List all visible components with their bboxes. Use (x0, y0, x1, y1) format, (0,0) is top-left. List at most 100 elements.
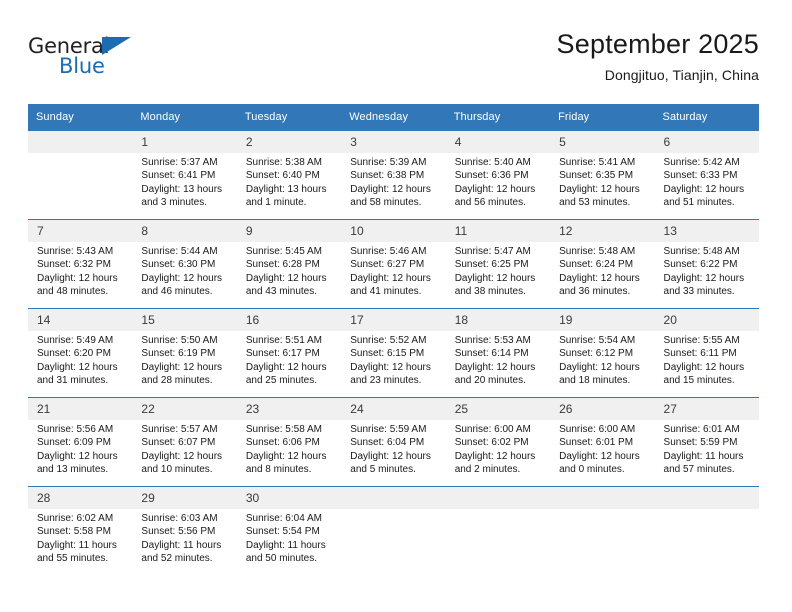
daylight-duration-line2: and 55 minutes. (37, 553, 109, 565)
calendar-day-cell[interactable]: 25 Sunrise: 6:00 AM Sunset: 6:02 PM Dayligh… (445, 397, 551, 487)
calendar-day-cell[interactable]: 14 Sunrise: 5:49 AM Sunset: 6:20 PM Dayligh… (28, 308, 133, 398)
calendar-day-cell[interactable]: 21 Sunrise: 5:56 AM Sunset: 6:09 PM Dayligh… (28, 397, 133, 487)
calendar-empty-cell (341, 486, 446, 575)
day-number: 13 (654, 220, 759, 242)
sunrise-time: Sunrise: 6:03 AM (141, 513, 218, 524)
daylight-duration-line1: Daylight: 11 hours (141, 539, 222, 551)
day-number: 4 (445, 131, 551, 153)
day-number: 10 (341, 220, 446, 242)
day-number: 28 (28, 487, 133, 509)
calendar-day-cell[interactable]: 13 Sunrise: 5:48 AM Sunset: 6:22 PM Dayligh… (654, 219, 759, 309)
day-number: 2 (236, 131, 342, 153)
daylight-duration-line1: Daylight: 12 hours (454, 450, 536, 462)
calendar-day-cell[interactable]: 22 Sunrise: 5:57 AM Sunset: 6:07 PM Dayligh… (132, 397, 237, 487)
calendar-day-cell[interactable]: 18 Sunrise: 5:53 AM Sunset: 6:14 PM Dayligh… (445, 308, 551, 398)
day-details: Sunrise: 6:00 AM Sunset: 6:02 PM Daylight:… (446, 420, 550, 477)
daylight-duration-line2: and 3 minutes. (141, 197, 208, 209)
day-details: Sunrise: 5:55 AM Sunset: 6:11 PM Daylight:… (655, 331, 759, 388)
calendar-day-cell[interactable]: 19 Sunrise: 5:54 AM Sunset: 6:12 PM Dayligh… (550, 308, 655, 398)
sunset-time: Sunset: 6:11 PM (663, 348, 737, 360)
daylight-duration-line1: Daylight: 12 hours (37, 361, 118, 373)
sunset-time: Sunset: 6:15 PM (350, 348, 425, 360)
calendar-day-cell[interactable]: 26 Sunrise: 6:00 AM Sunset: 6:01 PM Dayligh… (550, 397, 655, 487)
calendar-day-cell[interactable]: 17 Sunrise: 5:52 AM Sunset: 6:15 PM Dayligh… (341, 308, 446, 398)
daylight-duration-line1: Daylight: 12 hours (454, 183, 536, 195)
day-details: Sunrise: 6:00 AM Sunset: 6:01 PM Daylight:… (550, 420, 654, 477)
calendar-day-cell[interactable]: 8 Sunrise: 5:44 AM Sunset: 6:30 PM Daylight… (132, 219, 237, 309)
calendar-day-cell[interactable]: 3 Sunrise: 5:39 AM Sunset: 6:38 PM Daylight… (341, 130, 446, 220)
title-block: September 2025 Dongjituo, Tianjin, China (557, 28, 759, 85)
day-number (550, 487, 655, 509)
day-number: 20 (654, 309, 759, 331)
calendar-day-cell[interactable]: 6 Sunrise: 5:42 AM Sunset: 6:33 PM Daylight… (654, 130, 759, 220)
daylight-duration-line2: and 57 minutes. (663, 464, 735, 476)
sunset-time: Sunset: 6:40 PM (245, 170, 320, 182)
day-details: Sunrise: 5:59 AM Sunset: 6:04 PM Daylight:… (341, 420, 445, 477)
daylight-duration-line2: and 58 minutes. (350, 197, 422, 209)
calendar-day-cell[interactable]: 24 Sunrise: 5:59 AM Sunset: 6:04 PM Dayligh… (341, 397, 446, 487)
calendar-day-cell[interactable]: 20 Sunrise: 5:55 AM Sunset: 6:11 PM Dayligh… (654, 308, 759, 398)
daylight-duration-line1: Daylight: 12 hours (559, 361, 640, 373)
day-number (341, 487, 446, 509)
daylight-duration-line2: and 52 minutes. (141, 553, 213, 565)
calendar-day-cell[interactable]: 16 Sunrise: 5:51 AM Sunset: 6:17 PM Dayligh… (236, 308, 342, 398)
daylight-duration-line1: Daylight: 12 hours (350, 183, 431, 195)
calendar-day-cell[interactable]: 29 Sunrise: 6:03 AM Sunset: 5:56 PM Dayligh… (132, 486, 237, 575)
day-number (445, 487, 551, 509)
daylight-duration-line2: and 46 minutes. (141, 286, 213, 298)
calendar-day-cell[interactable]: 5 Sunrise: 5:41 AM Sunset: 6:35 PM Daylight… (550, 130, 655, 220)
sunrise-time: Sunrise: 6:02 AM (37, 513, 114, 524)
daylight-duration-line2: and 53 minutes. (559, 197, 631, 209)
calendar-body: 1 Sunrise: 5:37 AM Sunset: 6:41 PM Daylight… (28, 130, 759, 575)
daylight-duration-line2: and 25 minutes. (245, 375, 318, 387)
calendar-day-cell[interactable]: 23 Sunrise: 5:58 AM Sunset: 6:06 PM Dayligh… (236, 397, 342, 487)
day-number: 23 (236, 398, 342, 420)
day-number: 8 (132, 220, 237, 242)
calendar-day-cell[interactable]: 15 Sunrise: 5:50 AM Sunset: 6:19 PM Dayligh… (132, 308, 237, 398)
sunset-time: Sunset: 6:28 PM (245, 259, 320, 271)
day-details: Sunrise: 5:38 AM Sunset: 6:40 PM Daylight:… (237, 153, 341, 210)
calendar-day-cell[interactable]: 27 Sunrise: 6:01 AM Sunset: 5:59 PM Dayligh… (654, 397, 759, 487)
sunset-time: Sunset: 6:12 PM (559, 348, 634, 360)
sunrise-time: Sunrise: 5:44 AM (141, 246, 218, 257)
calendar-day-cell[interactable]: 30 Sunrise: 6:04 AM Sunset: 5:54 PM Dayligh… (236, 486, 342, 575)
calendar-day-cell[interactable]: 10 Sunrise: 5:46 AM Sunset: 6:27 PM Dayligh… (341, 219, 446, 309)
calendar-day-cell[interactable]: 28 Sunrise: 6:02 AM Sunset: 5:58 PM Dayligh… (28, 486, 133, 575)
day-number: 17 (341, 309, 446, 331)
day-number: 6 (654, 131, 759, 153)
day-details: Sunrise: 5:48 AM Sunset: 6:22 PM Daylight:… (655, 242, 759, 299)
daylight-duration-line2: and 33 minutes. (663, 286, 735, 298)
calendar-day-cell[interactable]: 2 Sunrise: 5:38 AM Sunset: 6:40 PM Daylight… (236, 130, 342, 220)
day-details: Sunrise: 6:04 AM Sunset: 5:54 PM Daylight:… (237, 509, 341, 566)
sunset-time: Sunset: 6:22 PM (663, 259, 738, 271)
sunrise-time: Sunrise: 5:56 AM (37, 424, 114, 435)
sunrise-time: Sunrise: 6:01 AM (663, 424, 740, 435)
weekday-header-thursday: Thursday (445, 104, 551, 131)
daylight-duration-line2: and 1 minute. (245, 197, 307, 209)
day-details: Sunrise: 5:54 AM Sunset: 6:12 PM Daylight:… (550, 331, 654, 388)
daylight-duration-line1: Daylight: 12 hours (141, 361, 223, 373)
calendar-day-cell[interactable]: 9 Sunrise: 5:45 AM Sunset: 6:28 PM Daylight… (236, 219, 342, 309)
day-number: 11 (445, 220, 551, 242)
day-number: 25 (445, 398, 551, 420)
calendar-day-cell[interactable]: 1 Sunrise: 5:37 AM Sunset: 6:41 PM Daylight… (132, 130, 237, 220)
daylight-duration-line2: and 51 minutes. (663, 197, 735, 209)
general-blue-logo[interactable]: General Blue (28, 34, 228, 84)
day-details: Sunrise: 5:42 AM Sunset: 6:33 PM Daylight:… (655, 153, 759, 210)
day-number: 19 (550, 309, 655, 331)
daylight-duration-line2: and 48 minutes. (37, 286, 109, 298)
day-number: 7 (28, 220, 133, 242)
sunrise-time: Sunrise: 5:45 AM (245, 246, 322, 257)
daylight-duration-line1: Daylight: 12 hours (559, 450, 640, 462)
calendar-day-cell[interactable]: 12 Sunrise: 5:48 AM Sunset: 6:24 PM Dayligh… (550, 219, 655, 309)
day-number: 18 (445, 309, 551, 331)
calendar-day-cell[interactable]: 7 Sunrise: 5:43 AM Sunset: 6:32 PM Daylight… (28, 219, 133, 309)
day-number: 29 (132, 487, 237, 509)
sunrise-time: Sunrise: 5:38 AM (245, 157, 322, 168)
sunset-time: Sunset: 6:36 PM (454, 170, 529, 182)
day-details: Sunrise: 5:37 AM Sunset: 6:41 PM Daylight:… (132, 153, 236, 210)
calendar-day-cell[interactable]: 11 Sunrise: 5:47 AM Sunset: 6:25 PM Dayligh… (445, 219, 551, 309)
sunset-time: Sunset: 6:17 PM (245, 348, 320, 360)
calendar-day-cell[interactable]: 4 Sunrise: 5:40 AM Sunset: 6:36 PM Daylight… (445, 130, 551, 220)
day-number: 5 (550, 131, 655, 153)
